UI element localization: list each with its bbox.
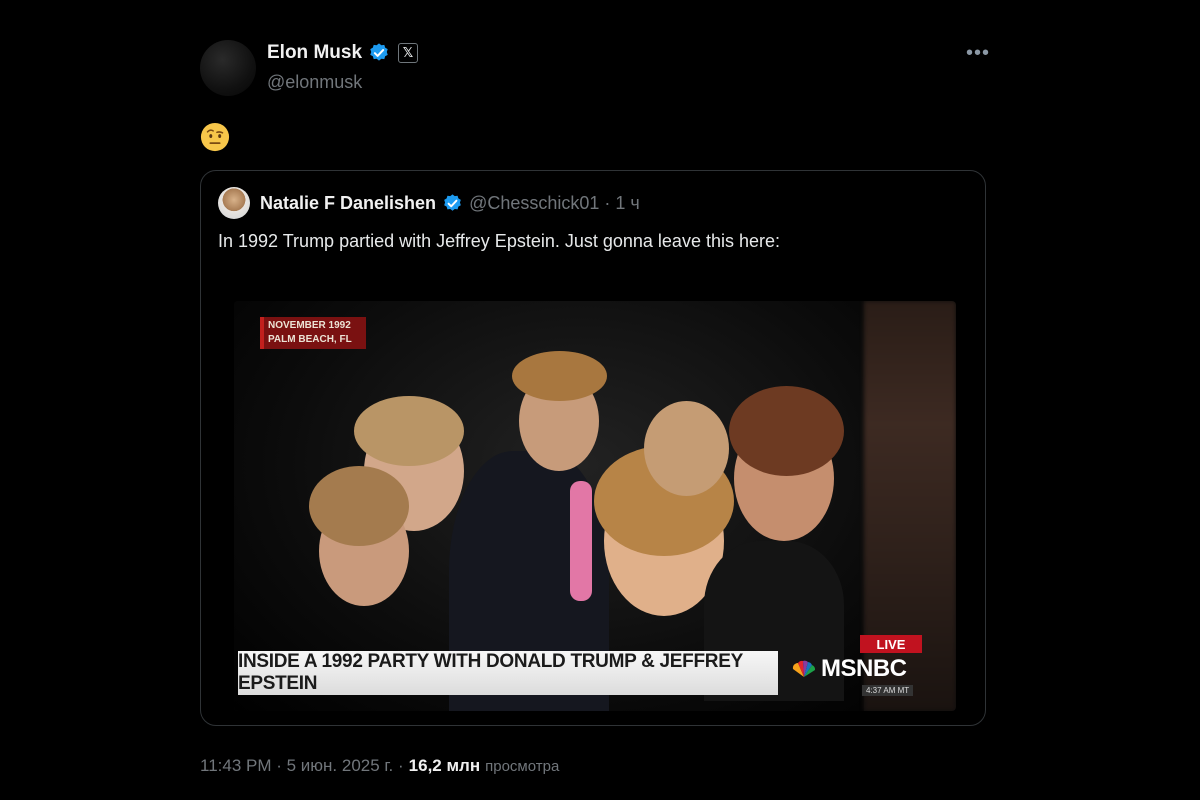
face-with-raised-eyebrow-icon (200, 122, 230, 152)
live-badge: LIVE (860, 635, 922, 653)
video-frame (234, 301, 864, 711)
verified-badge-icon[interactable] (368, 42, 390, 64)
quoted-tweet[interactable]: Natalie F Danelishen @Chesschick01 · 1 ч… (200, 170, 986, 726)
video-figure (729, 386, 844, 476)
author-name-row: Elon Musk 𝕏 (267, 42, 419, 64)
video-figure (309, 466, 409, 546)
views-count[interactable]: 16,2 млн (409, 756, 480, 776)
tweet: Elon Musk 𝕏 @elonmusk ••• Natalie F Dane… (200, 36, 990, 796)
author-handle[interactable]: @elonmusk (267, 72, 362, 93)
author-avatar[interactable] (200, 40, 256, 96)
video-figure (354, 396, 464, 466)
author-display-name[interactable]: Elon Musk (267, 42, 362, 64)
video-place-line: PALM BEACH, FL (268, 334, 352, 345)
quoted-author-name[interactable]: Natalie F Danelishen (260, 193, 436, 214)
video-figure (512, 351, 607, 401)
tweet-footer: 11:43 PM · 5 июн. 2025 г. · 16,2 млн про… (200, 756, 559, 776)
video-headline-banner: INSIDE A 1992 PARTY WITH DONALD TRUMP & … (238, 651, 778, 695)
video-figure (570, 481, 592, 601)
quoted-verified-badge-icon[interactable] (442, 193, 463, 214)
video-date-tag: NOVEMBER 1992 PALM BEACH, FL (260, 317, 366, 349)
video-clock: 4:37 AM MT (862, 685, 914, 696)
quoted-tweet-text: In 1992 Trump partied with Jeffrey Epste… (218, 231, 780, 251)
affiliate-x-badge-icon[interactable]: 𝕏 (398, 43, 419, 63)
peacock-icon (792, 660, 816, 677)
views-label: просмотра (485, 758, 560, 775)
tweet-timestamp[interactable]: 11:43 PM · 5 июн. 2025 г. · (200, 756, 404, 776)
video-figure (644, 401, 729, 496)
quoted-video[interactable]: NOVEMBER 1992 PALM BEACH, FL INSIDE A 19… (234, 301, 956, 711)
network-logo: MSNBC (790, 655, 907, 683)
video-date-line: NOVEMBER 1992 (268, 320, 351, 331)
quoted-author-avatar[interactable] (218, 187, 250, 219)
quoted-tweet-header: Natalie F Danelishen @Chesschick01 · 1 ч (218, 187, 640, 219)
quoted-author-handle-time[interactable]: @Chesschick01 · 1 ч (469, 193, 640, 214)
more-options-icon[interactable]: ••• (966, 42, 990, 65)
network-name: MSNBC (821, 655, 907, 682)
